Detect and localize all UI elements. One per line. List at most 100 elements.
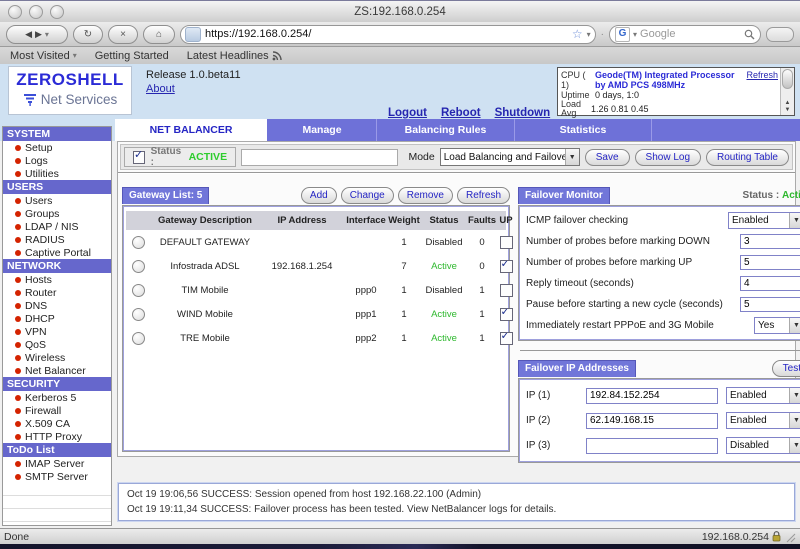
gateway-up-checkbox[interactable] [500, 284, 513, 297]
sidebar-item-imap-server[interactable]: IMAP Server [3, 457, 111, 470]
sidebar-item-kerberos-5[interactable]: Kerberos 5 [3, 391, 111, 404]
bookmark-most-visited[interactable]: Most Visited ▾ [10, 50, 77, 62]
routing-table-button[interactable]: Routing Table [706, 149, 789, 166]
sidebar-item-vpn[interactable]: VPN [3, 325, 111, 338]
gateway-radio[interactable] [132, 260, 145, 273]
magnifier-icon [744, 29, 755, 40]
ip-2-state-select[interactable]: Enabled▼ [726, 412, 800, 429]
chevron-down-icon: ▼ [789, 388, 800, 403]
sidebar-item-smtp-server[interactable]: SMTP Server [3, 470, 111, 483]
forward-icon[interactable]: ▶ [35, 29, 42, 40]
sidebar-item-captive-portal[interactable]: Captive Portal [3, 246, 111, 259]
tab-statistics[interactable]: Statistics [515, 119, 652, 141]
history-dropdown-icon[interactable]: ▾ [45, 30, 49, 39]
sidebar-item-ldap-nis[interactable]: LDAP / NIS [3, 220, 111, 233]
tab-balancing-rules[interactable]: Balancing Rules [377, 119, 515, 141]
ip-1-state-select[interactable]: Enabled▼ [726, 387, 800, 404]
logo-subtitle: Net Services [41, 92, 118, 107]
sidebar-item-hosts[interactable]: Hosts [3, 273, 111, 286]
sidebar-item-label: Net Balancer [25, 365, 86, 377]
gateway-radio[interactable] [132, 236, 145, 249]
pause-before-starting-a-new-cycle-seconds-input[interactable] [740, 297, 800, 312]
bookmark-getting-started[interactable]: Getting Started [95, 50, 169, 62]
about-link[interactable]: About [146, 83, 175, 95]
tab-manage[interactable]: Manage [268, 119, 377, 141]
reload-button[interactable]: ↻ [73, 25, 103, 44]
sidebar-item-router[interactable]: Router [3, 286, 111, 299]
sidebar-item-radius[interactable]: RADIUS [3, 233, 111, 246]
immediately-restart-pppoe-and-3g-mobile-select[interactable]: Yes▼ [754, 317, 800, 334]
home-button[interactable]: ⌂ [143, 25, 175, 44]
ip-2-input[interactable] [586, 413, 718, 429]
gateway-up-checkbox[interactable]: ✓ [500, 260, 513, 273]
gateway-weight: 7 [388, 261, 420, 272]
sidebar-item-net-balancer[interactable]: Net Balancer [3, 364, 111, 377]
stop-button[interactable]: × [108, 25, 138, 44]
gateway-radio[interactable] [132, 332, 145, 345]
gateway-up-checkbox[interactable] [500, 236, 513, 249]
check-icon: ✓ [501, 332, 510, 342]
back-icon[interactable]: ◀ [25, 29, 32, 40]
bookmark-star-icon[interactable]: ☆ [572, 28, 583, 40]
add-gateway-button[interactable]: Add [301, 187, 337, 204]
back-forward-buttons[interactable]: ◀ ▶ ▾ [6, 25, 68, 44]
number-of-probes-before-marking-up-input[interactable] [740, 255, 800, 270]
toolbar-toggle-button[interactable] [766, 27, 794, 42]
reply-timeout-seconds-input[interactable] [740, 276, 800, 291]
tab-net-balancer[interactable]: NET BALANCER [115, 119, 268, 141]
uptime-value: 0 days, 1:0 [595, 90, 639, 100]
sidebar-item-utilities[interactable]: Utilities [3, 167, 111, 180]
sidebar-item-firewall[interactable]: Firewall [3, 404, 111, 417]
remove-gateway-button[interactable]: Remove [398, 187, 453, 204]
gateway-radio[interactable] [132, 308, 145, 321]
ip-3-state-select[interactable]: Disabled▼ [726, 437, 800, 454]
search-engine-dropdown-icon[interactable]: ▾ [633, 30, 637, 39]
logout-link[interactable]: Logout [388, 107, 427, 119]
url-text[interactable]: https://192.168.0.254/ [205, 28, 568, 40]
sidebar-item-logs[interactable]: Logs [3, 154, 111, 167]
sidebar-item-dhcp[interactable]: DHCP [3, 312, 111, 325]
sidebar-item-users[interactable]: Users [3, 194, 111, 207]
mode-select[interactable]: Load Balancing and Failover ▼ [440, 148, 580, 166]
shutdown-link[interactable]: Shutdown [495, 107, 551, 119]
minimize-window-icon[interactable] [29, 5, 43, 19]
url-input[interactable]: https://192.168.0.254/ ☆ ▾ [180, 25, 596, 44]
icmp-failover-checking-select[interactable]: Enabled▼ [728, 212, 800, 229]
sidebar-item-setup[interactable]: Setup [3, 141, 111, 154]
sidebar-item-x-509-ca[interactable]: X.509 CA [3, 417, 111, 430]
save-button[interactable]: Save [585, 149, 630, 166]
gateway-weight: 1 [388, 333, 420, 344]
sidebar-section-system: SYSTEM [3, 127, 111, 141]
sidebar-item-qos[interactable]: QoS [3, 338, 111, 351]
ip-3-input[interactable] [586, 438, 718, 454]
change-gateway-button[interactable]: Change [341, 187, 394, 204]
search-placeholder[interactable]: Google [640, 28, 741, 40]
refresh-gateway-button[interactable]: Refresh [457, 187, 510, 204]
url-dropdown-icon[interactable]: ▾ [587, 30, 591, 39]
sidebar-item-groups[interactable]: Groups [3, 207, 111, 220]
scrollbar-arrows[interactable]: ▲▼ [781, 100, 794, 114]
connection-host: 192.168.0.254 [702, 531, 769, 543]
ip-1-input[interactable] [586, 388, 718, 404]
sidebar-item-wireless[interactable]: Wireless [3, 351, 111, 364]
resize-grip[interactable] [784, 531, 796, 543]
gateway-up-checkbox[interactable]: ✓ [500, 308, 513, 321]
sidebar-empty-row [3, 483, 111, 496]
cpu-refresh-link[interactable]: Refresh [746, 70, 778, 80]
search-input[interactable]: G ▾ Google [609, 25, 761, 44]
show-log-button[interactable]: Show Log [635, 149, 701, 166]
reboot-link[interactable]: Reboot [441, 107, 481, 119]
test-button[interactable]: Test [772, 360, 800, 377]
sidebar-item-http-proxy[interactable]: HTTP Proxy [3, 430, 111, 443]
scrollbar-thumb[interactable] [782, 69, 793, 89]
gateway-radio[interactable] [132, 284, 145, 297]
sidebar-item-dns[interactable]: DNS [3, 299, 111, 312]
sidebar-item-label: SMTP Server [25, 471, 88, 483]
close-window-icon[interactable] [8, 5, 22, 19]
number-of-probes-before-marking-down-input[interactable] [740, 234, 800, 249]
status-checkbox[interactable]: ✓ [133, 151, 145, 164]
cpu-scrollbar[interactable]: ▲▼ [780, 68, 794, 115]
bookmark-latest-headlines[interactable]: Latest Headlines [187, 50, 282, 62]
gateway-up-checkbox[interactable]: ✓ [500, 332, 513, 345]
zoom-window-icon[interactable] [50, 5, 64, 19]
